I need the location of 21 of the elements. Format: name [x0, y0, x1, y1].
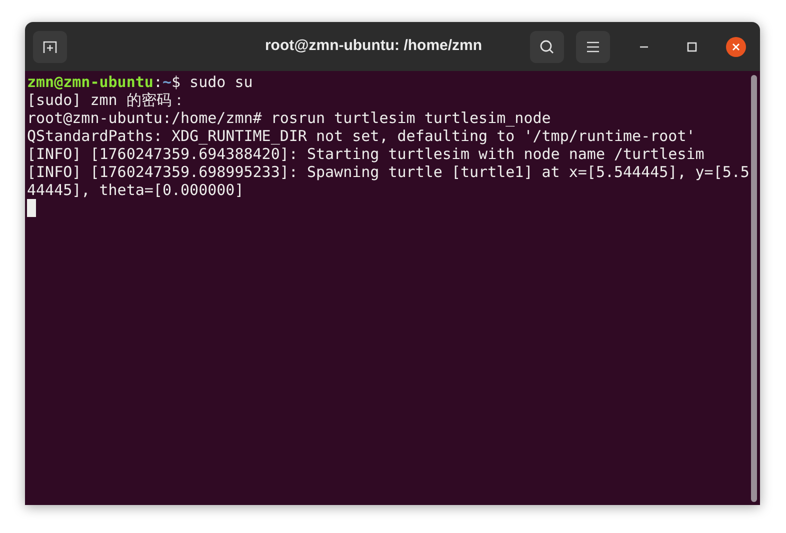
terminal-text: $ sudo su [172, 73, 253, 91]
maximize-icon [687, 42, 697, 52]
terminal-text: [sudo] zmn 的密码： [27, 91, 186, 109]
terminal-text: 44445], theta=[0.000000] [27, 181, 244, 199]
terminal-text: ~ [162, 73, 172, 91]
new-tab-icon [42, 40, 58, 54]
menu-icon [586, 40, 600, 52]
search-button[interactable] [530, 30, 564, 62]
close-icon [732, 42, 740, 50]
new-tab-button[interactable] [33, 30, 67, 62]
close-button[interactable] [726, 36, 746, 56]
terminal-text: QStandardPaths: XDG_RUNTIME_DIR not set, defaulting to '/tmp/runtime-root' [27, 127, 696, 145]
menu-button[interactable] [576, 30, 610, 62]
terminal-text: [INFO] [1760247359.698995233]: Spawning turtle [turtle1] at x=[5.544445], y=[5.5 [27, 163, 750, 181]
minimize-icon [639, 46, 649, 48]
search-icon [539, 38, 555, 54]
terminal-text: zmn@zmn-ubuntu [27, 73, 154, 91]
window-title: root@zmn-ubuntu: /home/zmn [264, 36, 482, 56]
terminal-text: [INFO] [1760247359.694388420]: Starting turtlesim with node name /turtlesim [27, 145, 704, 163]
terminal-text: root@zmn-ubuntu:/home/zmn# rosrun turtlesim turtlesim_node [27, 109, 551, 127]
terminal-text: : [153, 73, 162, 91]
